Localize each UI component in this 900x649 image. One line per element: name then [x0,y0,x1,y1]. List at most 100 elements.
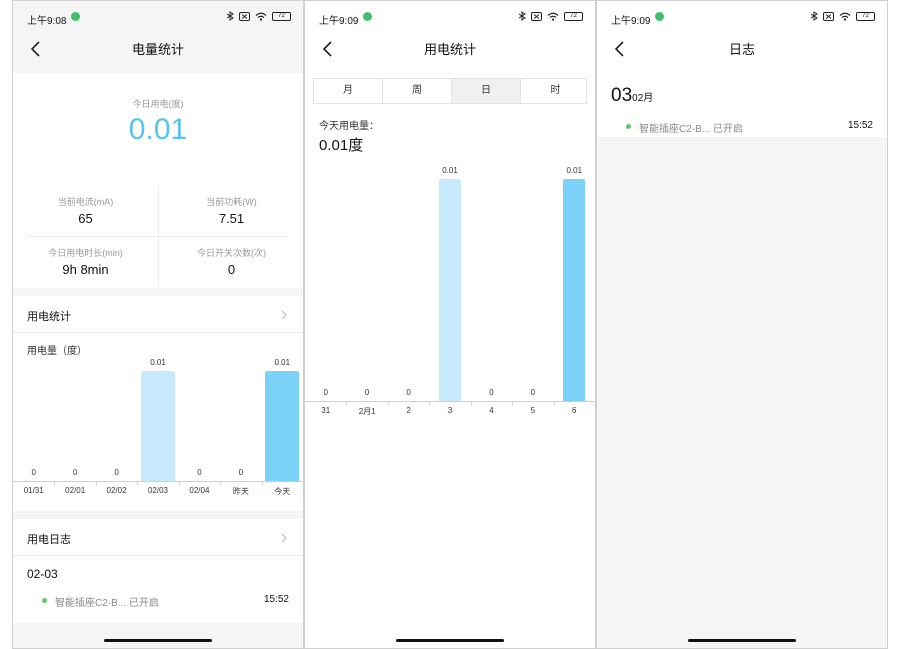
bar-value-label: 0.01 [150,358,166,367]
log-date: 0302月 [611,85,654,106]
bar-value-label: 0.01 [566,166,583,175]
tick-mark [429,401,431,405]
chart-baseline [305,401,595,402]
status-time: 上午9:08 [27,16,67,27]
bluetooth-icon [518,11,526,21]
x-tick-label: 3 [447,406,453,415]
tick-mark [137,481,139,485]
tick-mark [553,401,555,405]
bar-value-label: 0 [530,388,536,397]
wifi-icon [255,12,267,21]
x-tick-label: 02/04 [189,486,210,495]
period-tabs: 月 周 日 时 [313,78,587,104]
x-tick-label: 今天 [274,487,291,496]
usage-stats-card: 用电统计 用电量（度） 0 01/31 0 02/01 0 02/02 0.01 02/03 0… [13,296,303,511]
tick-mark [178,481,180,485]
home-indicator[interactable] [396,639,504,642]
x-tick-label: 昨天 [232,487,249,496]
status-bar: 上午9:09 72 [305,1,595,33]
bar-value-label: 0 [406,388,411,397]
no-sim-icon [239,11,250,21]
nav-bar: 用电统计 [305,33,595,73]
bar-value-label: 0 [238,468,244,477]
tab-week[interactable]: 周 [383,79,452,103]
shield-icon [71,12,80,21]
today-usage-label: 今天用电量： [319,121,379,132]
tick-mark [220,481,222,485]
chart-bar[interactable] [265,371,300,481]
chevron-right-icon[interactable] [279,533,289,543]
status-bar: 上午9:08 72 [13,1,303,33]
today-usage-value: 0.01 [128,113,188,146]
wifi-icon [839,12,851,21]
bluetooth-icon [226,11,234,21]
x-tick-label: 2月1 [358,407,376,416]
tick-mark [261,481,263,485]
chart-bar[interactable] [439,179,461,401]
page-title: 用电统计 [423,42,476,57]
tab-month[interactable]: 月 [314,79,383,103]
page-title: 电量统计 [131,42,184,57]
page-title: 日志 [728,42,755,57]
log-entry[interactable]: 智能插座C2-B... 已开启 [639,120,743,135]
bar-value-label: 0 [364,388,370,397]
chart-bar[interactable] [563,179,586,401]
tab-hour[interactable]: 时 [521,79,590,103]
screen-power-stats: 上午9:08 72 电量统计 今日用电(度) 0.01 当前电流(mA) 65 … [12,0,304,649]
status-dot-icon [42,598,47,603]
log-time: 15:52 [263,594,289,605]
tick-mark [387,401,389,405]
status-dot-icon [626,124,631,129]
usage-bar-chart: 0 01/31 0 02/01 0 02/02 0.01 02/03 0 02/04 0 昨天 0.01… [13,296,303,511]
bar-value-label: 0.01 [274,358,291,367]
summary-card: 今日用电(度) 0.01 当前电流(mA) 65 当前功耗(W) 7.51 今日… [13,73,303,288]
tick-mark [470,401,472,405]
nav-bar: 电量统计 [13,33,303,73]
chart-baseline [13,481,303,482]
shield-icon [363,12,372,21]
battery-icon: 72 [564,11,583,21]
stat-power: 当前功耗(W) 7.51 [206,197,257,226]
tick-mark [512,401,514,405]
nav-bar: 日志 [597,33,887,65]
screen-log: 上午9:09 72 日志 0302月 智能插座C2-B... 已开启 15:52 [596,0,888,649]
usage-log-link[interactable]: 用电日志 [27,531,71,547]
tab-day[interactable]: 日 [452,79,521,103]
log-entry[interactable]: 智能插座C2-B... 已开启 [55,594,159,609]
stat-switch-count: 今日开关次数(次) 0 [197,248,266,277]
chart-bar[interactable] [141,371,175,481]
screen-usage-stats: 上午9:09 72 用电统计 月 周 日 时 今天用电量： 0.01度 0 31 0… [304,0,596,649]
bar-value-label: 0 [31,468,36,477]
stat-current: 当前电流(mA) 65 [57,197,114,226]
battery-icon: 72 [272,11,291,21]
x-tick-label: 01/31 [23,486,44,495]
tick-mark [54,481,56,485]
shield-icon [655,12,664,21]
bluetooth-icon [810,11,818,21]
bar-value-label: 0 [114,468,119,477]
status-bar: 上午9:09 72 [597,1,887,33]
bar-value-label: 0 [489,388,494,397]
status-time: 上午9:09 [319,16,359,27]
x-tick-label: 31 [321,406,331,415]
x-tick-label: 6 [572,406,577,415]
home-indicator[interactable] [104,639,212,642]
bar-value-label: 0 [72,468,78,477]
status-time: 上午9:09 [611,16,651,27]
x-tick-label: 4 [489,406,494,415]
tick-mark [95,481,97,485]
today-usage-label: 今日用电(度) [132,99,184,109]
stat-duration: 今日用电时长(min) 9h 8min [48,248,123,277]
bar-value-label: 0 [197,468,202,477]
usage-log-card: 用电日志 02-03 智能插座C2-B... 已开启 15:52 [13,519,303,623]
home-indicator[interactable] [688,639,796,642]
bar-value-label: 0.01 [442,166,458,175]
x-tick-label: 02/01 [65,486,86,495]
log-card: 0302月 智能插座C2-B... 已开启 15:52 [597,65,887,137]
daily-bar-chart: 0 31 0 2月1 0 2 0.01 3 0 4 0 5 0.01 6 [305,151,595,431]
bar-value-label: 0 [323,388,328,397]
battery-icon: 72 [856,11,875,21]
x-tick-label: 02/03 [147,486,169,495]
x-tick-label: 02/02 [106,486,127,495]
no-sim-icon [531,11,542,21]
